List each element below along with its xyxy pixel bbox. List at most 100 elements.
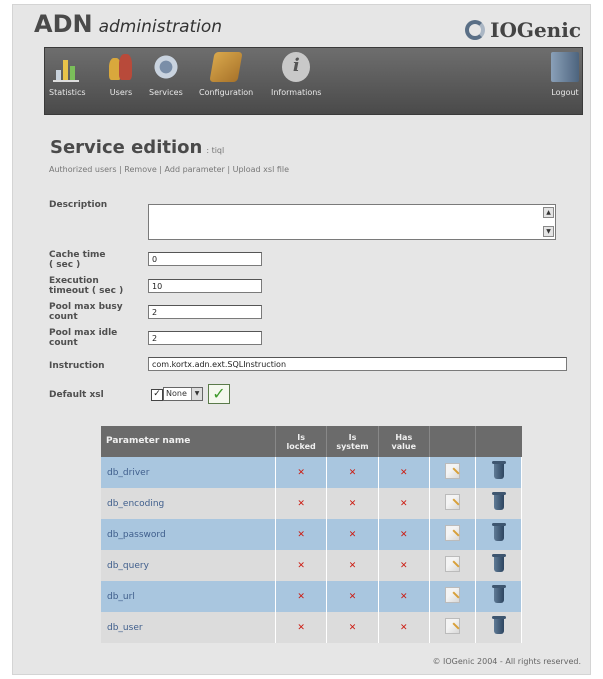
- parameters-table: Parameter name Is locked Is system Has valu…: [101, 426, 522, 643]
- header-parameter-name: Parameter name: [101, 426, 277, 457]
- page-title: Service edition: tiql: [50, 137, 224, 158]
- is-locked-x-icon: ✕: [275, 488, 328, 519]
- is-locked-x-icon: ✕: [275, 612, 328, 643]
- edit-icon[interactable]: [445, 587, 461, 603]
- header-has-value-line2: value: [391, 441, 417, 451]
- table-row: db_encoding ✕ ✕ ✕: [101, 488, 522, 519]
- chevron-down-icon: ▼: [191, 388, 202, 400]
- trash-icon[interactable]: [491, 554, 506, 572]
- toolbar-statistics[interactable]: Statistics: [49, 52, 86, 97]
- cache-time-label-line1: Cache time: [49, 250, 106, 260]
- trash-icon[interactable]: [491, 523, 506, 541]
- is-system-x-icon: ✕: [326, 457, 379, 488]
- header-is-locked-line2: locked: [286, 441, 316, 451]
- is-locked-x-icon: ✕: [275, 519, 328, 550]
- has-value-x-icon: ✕: [378, 488, 430, 519]
- is-locked-x-icon: ✕: [275, 457, 328, 488]
- header-is-system: Is system: [326, 426, 379, 457]
- header-delete: [475, 426, 522, 457]
- brand-title: ADN administration: [34, 10, 222, 38]
- has-value-x-icon: ✕: [378, 581, 430, 612]
- scroll-up-icon[interactable]: ▲: [543, 207, 554, 218]
- is-system-x-icon: ✕: [326, 519, 379, 550]
- main-toolbar: Statistics Users Services Configuration …: [44, 47, 583, 115]
- toolbar-logout-label: Logout: [551, 88, 579, 97]
- param-name[interactable]: db_driver: [101, 457, 277, 488]
- trash-icon[interactable]: [491, 492, 506, 510]
- trash-icon[interactable]: [491, 585, 506, 603]
- cache-time-label: Cache time ( sec ): [49, 250, 144, 270]
- validate-check-button[interactable]: ✓: [208, 384, 230, 404]
- cache-time-label-line2: ( sec ): [49, 260, 81, 270]
- gear-icon: [151, 52, 180, 82]
- toolbar-users-label: Users: [109, 88, 133, 97]
- description-label: Description: [49, 200, 108, 210]
- edit-icon[interactable]: [445, 618, 461, 634]
- is-locked-x-icon: ✕: [275, 581, 328, 612]
- has-value-x-icon: ✕: [378, 457, 430, 488]
- default-xsl-select[interactable]: None ▼: [163, 387, 203, 401]
- param-name[interactable]: db_query: [101, 550, 277, 581]
- pool-busy-input[interactable]: 2: [148, 305, 262, 319]
- pool-idle-label-line2: count: [49, 338, 78, 348]
- page-title-text: Service edition: [50, 137, 203, 158]
- instruction-input[interactable]: com.kortx.adn.ext.SQLInstruction: [148, 357, 567, 371]
- toolbar-logout[interactable]: Logout: [551, 52, 579, 97]
- header-is-locked-line1: Is: [297, 432, 306, 442]
- header-is-system-line1: Is: [348, 432, 357, 442]
- header-has-value-line1: Has: [395, 432, 413, 442]
- toolbar-informations[interactable]: i Informations: [271, 52, 321, 97]
- header-edit: [429, 426, 477, 457]
- pool-busy-label-line1: Pool max busy: [49, 302, 123, 312]
- toolbar-services-label: Services: [149, 88, 183, 97]
- instruction-label: Instruction: [49, 361, 105, 371]
- toolbar-services[interactable]: Services: [149, 52, 183, 97]
- exec-timeout-label-line2: timeout ( sec ): [49, 286, 124, 296]
- table-row: db_password ✕ ✕ ✕: [101, 519, 522, 550]
- exec-timeout-label-line1: Execution: [49, 276, 99, 286]
- pool-busy-label: Pool max busy count: [49, 302, 144, 322]
- table-row: db_driver ✕ ✕ ✕: [101, 457, 522, 488]
- pool-idle-input[interactable]: 2: [148, 331, 262, 345]
- default-xsl-checkbox[interactable]: ✓: [151, 389, 163, 401]
- has-value-x-icon: ✕: [378, 612, 430, 643]
- param-name[interactable]: db_user: [101, 612, 277, 643]
- brand-main: ADN: [34, 10, 93, 38]
- toolbar-users[interactable]: Users: [107, 52, 135, 97]
- scroll-down-icon[interactable]: ▼: [543, 226, 554, 237]
- default-xsl-label: Default xsl: [49, 390, 104, 400]
- link-authorized-users[interactable]: Authorized users: [49, 165, 117, 174]
- logout-door-icon: [551, 52, 579, 82]
- param-name[interactable]: db_encoding: [101, 488, 277, 519]
- logo-ring-icon: [465, 20, 486, 40]
- table-row: db_user ✕ ✕ ✕: [101, 612, 522, 643]
- toolbar-statistics-label: Statistics: [49, 88, 86, 97]
- param-name[interactable]: db_url: [101, 581, 277, 612]
- edit-icon[interactable]: [445, 494, 461, 510]
- trash-icon[interactable]: [491, 461, 506, 479]
- description-textarea[interactable]: ▲ ▼: [148, 204, 556, 240]
- toolbar-configuration-label: Configuration: [199, 88, 254, 97]
- cache-time-input[interactable]: 0: [148, 252, 262, 266]
- iogenic-logo: IOGenic: [465, 18, 581, 42]
- edit-icon[interactable]: [445, 556, 461, 572]
- toolbar-informations-label: Informations: [271, 88, 322, 97]
- users-icon: [107, 52, 135, 82]
- link-upload-xsl[interactable]: Upload xsl file: [233, 165, 289, 174]
- is-locked-x-icon: ✕: [275, 550, 328, 581]
- edit-icon[interactable]: [445, 525, 461, 541]
- toolbar-configuration[interactable]: Configuration: [199, 52, 253, 97]
- header-is-system-line2: system: [336, 441, 369, 451]
- param-name[interactable]: db_password: [101, 519, 277, 550]
- is-system-x-icon: ✕: [326, 550, 379, 581]
- trash-icon[interactable]: [491, 616, 506, 634]
- toolbox-icon: [209, 52, 243, 82]
- default-xsl-selected: None: [166, 389, 187, 398]
- link-remove[interactable]: Remove: [124, 165, 156, 174]
- link-add-parameter[interactable]: Add parameter: [165, 165, 225, 174]
- edit-icon[interactable]: [445, 463, 461, 479]
- pool-idle-label-line1: Pool max idle: [49, 328, 118, 338]
- table-header-row: Parameter name Is locked Is system Has valu…: [101, 426, 522, 457]
- exec-timeout-input[interactable]: 10: [148, 279, 262, 293]
- pool-busy-label-line2: count: [49, 312, 78, 322]
